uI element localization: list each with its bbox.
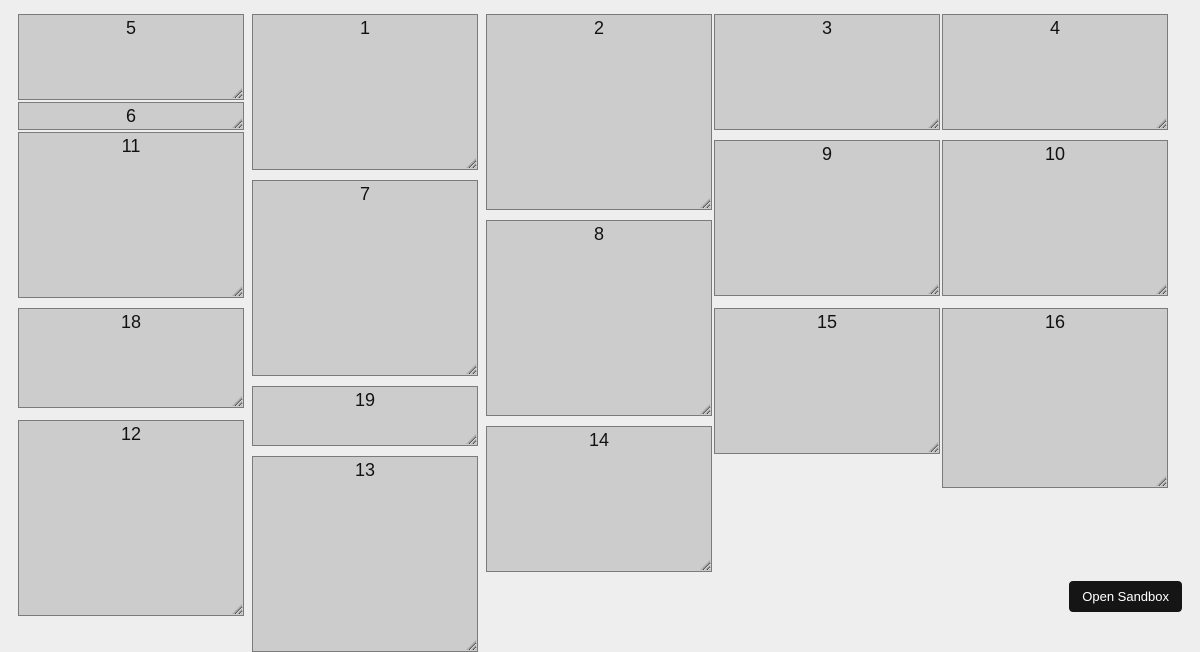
grid-box-label: 16 [1045, 312, 1065, 332]
grid-box-label: 13 [355, 460, 375, 480]
grid-box-label: 1 [360, 18, 370, 38]
grid-box-6[interactable]: 6 [18, 102, 244, 130]
grid-box-16[interactable]: 16 [942, 308, 1168, 488]
grid-box-label: 12 [121, 424, 141, 444]
grid-layout: 512346117891018151619121413 [18, 14, 1182, 616]
grid-box-5[interactable]: 5 [18, 14, 244, 100]
grid-box-15[interactable]: 15 [714, 308, 940, 454]
grid-box-11[interactable]: 11 [18, 132, 244, 298]
grid-box-label: 7 [360, 184, 370, 204]
grid-box-12[interactable]: 12 [18, 420, 244, 616]
grid-box-label: 3 [822, 18, 832, 38]
grid-box-label: 5 [126, 18, 136, 38]
grid-box-8[interactable]: 8 [486, 220, 712, 416]
grid-box-label: 4 [1050, 18, 1060, 38]
grid-box-label: 10 [1045, 144, 1065, 164]
grid-box-label: 8 [594, 224, 604, 244]
grid-box-label: 18 [121, 312, 141, 332]
grid-box-label: 11 [122, 136, 141, 156]
grid-box-1[interactable]: 1 [252, 14, 478, 170]
grid-box-label: 14 [589, 430, 609, 450]
grid-box-label: 19 [355, 390, 375, 410]
grid-box-10[interactable]: 10 [942, 140, 1168, 296]
open-sandbox-button[interactable]: Open Sandbox [1069, 581, 1182, 612]
grid-box-2[interactable]: 2 [486, 14, 712, 210]
grid-box-label: 6 [126, 106, 136, 126]
grid-box-label: 9 [822, 144, 832, 164]
grid-box-3[interactable]: 3 [714, 14, 940, 130]
grid-box-13[interactable]: 13 [252, 456, 478, 652]
grid-box-9[interactable]: 9 [714, 140, 940, 296]
grid-box-4[interactable]: 4 [942, 14, 1168, 130]
grid-box-19[interactable]: 19 [252, 386, 478, 446]
grid-box-14[interactable]: 14 [486, 426, 712, 572]
grid-box-18[interactable]: 18 [18, 308, 244, 408]
grid-box-label: 2 [594, 18, 604, 38]
grid-box-label: 15 [817, 312, 837, 332]
grid-box-7[interactable]: 7 [252, 180, 478, 376]
